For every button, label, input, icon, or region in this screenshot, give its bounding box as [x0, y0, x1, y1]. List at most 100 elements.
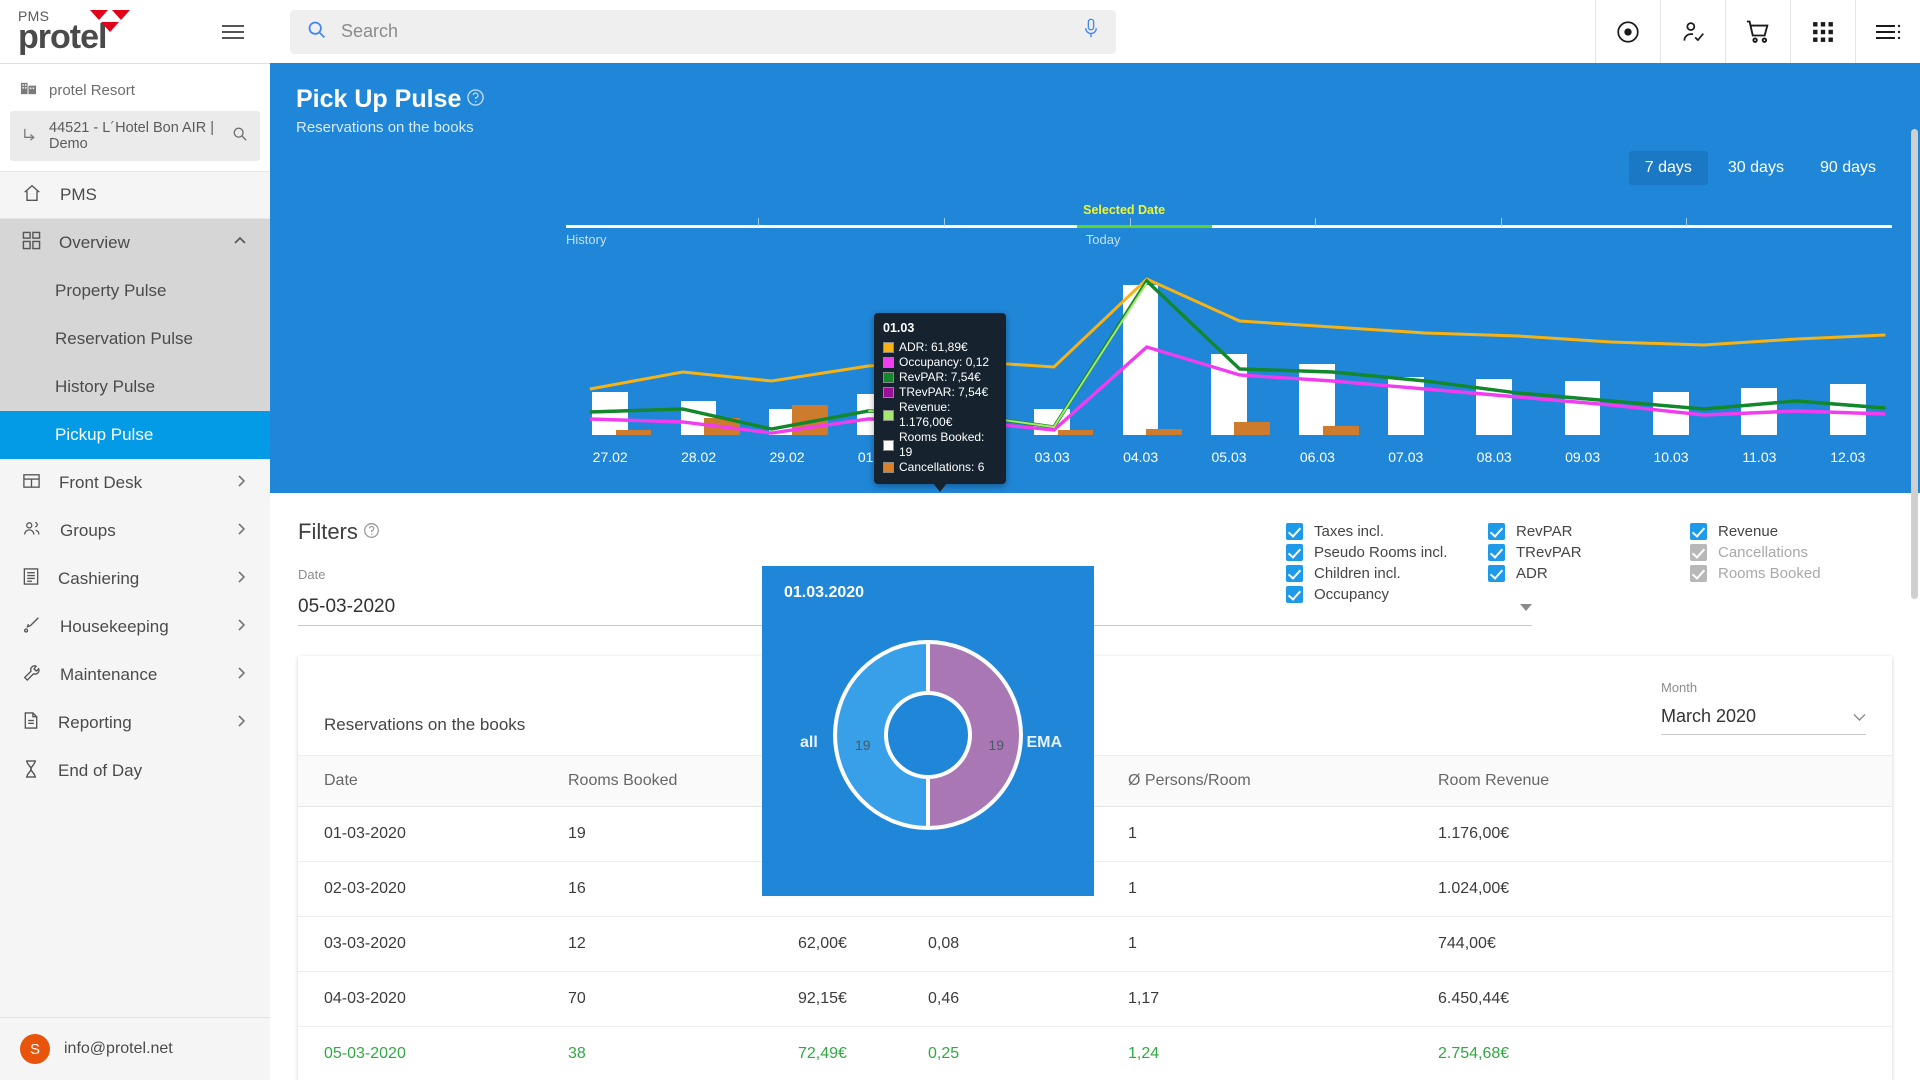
checkbox-label: Pseudo Rooms incl. — [1314, 544, 1447, 561]
sidebar-item-reservation-pulse[interactable]: Reservation Pulse — [0, 315, 270, 363]
apps-grid-icon[interactable] — [1790, 0, 1855, 63]
chevron-right-icon[interactable] — [234, 713, 248, 733]
checkbox-pseudo-rooms-incl[interactable]: Pseudo Rooms incl. — [1286, 544, 1488, 561]
wrench-icon — [22, 663, 42, 688]
checkbox-box[interactable] — [1690, 523, 1707, 540]
checkbox-box[interactable] — [1488, 523, 1505, 540]
desk-icon — [22, 471, 41, 495]
checkbox-label: TRevPAR — [1516, 544, 1582, 561]
list-menu-icon[interactable] — [1855, 0, 1920, 63]
property-selector[interactable]: 44521 - L´Hotel Bon AIR | Demo — [10, 111, 260, 161]
chevron-right-icon[interactable] — [234, 665, 248, 685]
table-header-cell[interactable]: Date — [298, 756, 568, 807]
timeline-selected-label: Selected Date — [1083, 203, 1165, 217]
user-check-icon[interactable] — [1660, 0, 1725, 63]
checkbox-label: Taxes incl. — [1314, 523, 1384, 540]
vertical-scrollbar[interactable] — [1911, 129, 1918, 629]
sidebar-item-overview[interactable]: Overview — [0, 219, 270, 267]
sidebar-item-reporting[interactable]: Reporting — [0, 699, 270, 747]
cart-icon[interactable] — [1725, 0, 1790, 63]
chevron-right-icon[interactable] — [234, 617, 248, 637]
chevron-right-icon[interactable] — [234, 569, 248, 589]
sidebar-item-label: Cashiering — [58, 569, 139, 589]
checkbox-occupancy[interactable]: Occupancy — [1286, 586, 1488, 603]
checkbox-label: Children incl. — [1314, 565, 1401, 582]
checkbox-revenue[interactable]: Revenue — [1690, 523, 1892, 540]
checkbox-box[interactable] — [1488, 565, 1505, 582]
sidebar-nav: PMS Overview Property Pulse — [0, 171, 270, 1017]
tab-90-days[interactable]: 90 days — [1804, 151, 1892, 185]
tab-30-days[interactable]: 30 days — [1712, 151, 1800, 185]
checkbox-trevpar[interactable]: TRevPAR — [1488, 544, 1690, 561]
reservations-table-card: Reservations on the books Month March 20… — [298, 656, 1892, 1080]
checkbox-children-incl[interactable]: Children incl. — [1286, 565, 1488, 582]
chevron-right-icon[interactable] — [234, 473, 248, 493]
sidebar-item-label: Pickup Pulse — [55, 425, 153, 445]
scrollbar-thumb[interactable] — [1911, 129, 1918, 599]
selected-property-label: 44521 - L´Hotel Bon AIR | Demo — [49, 120, 220, 152]
table-header-cell[interactable]: Room Revenue — [1438, 756, 1892, 807]
sidebar-item-maintenance[interactable]: Maintenance — [0, 651, 270, 699]
table-cell: 1 — [1128, 862, 1438, 917]
chevron-up-icon[interactable] — [232, 233, 248, 254]
donut-slice-ema — [928, 642, 1021, 828]
checkbox-revpar[interactable]: RevPAR — [1488, 523, 1690, 540]
month-label: Month — [1661, 680, 1866, 695]
sidebar-toggle-button[interactable] — [214, 17, 252, 47]
table-cell: 05-03-2020 — [298, 1027, 568, 1080]
checkbox-cancellations: Cancellations — [1690, 544, 1892, 561]
table-cell: 0,25 — [928, 1027, 1128, 1080]
checkbox-adr[interactable]: ADR — [1488, 565, 1690, 582]
pickup-pulse-panel: Pick Up Pulse Reservations on the books … — [270, 63, 1920, 493]
chart-x-label: 03.03 — [1035, 449, 1070, 465]
checkbox-box[interactable] — [1286, 565, 1303, 582]
sidebar-item-housekeeping[interactable]: Housekeeping — [0, 603, 270, 651]
tooltip-row-text: RevPAR: 7,54€ — [899, 370, 981, 385]
sidebar-item-end-of-day[interactable]: End of Day — [0, 747, 270, 795]
magnifier-icon[interactable] — [232, 126, 248, 146]
month-selector[interactable]: Month March 2020 — [1661, 680, 1866, 735]
tooltip-row: TRevPAR: 7,54€ — [883, 385, 997, 400]
table-header-cell[interactable]: Ø Persons/Room — [1128, 756, 1438, 807]
table-row[interactable]: 02-03-20201664,00€0,111.024,00€ — [298, 862, 1892, 917]
brush-icon — [22, 615, 42, 640]
page-title-text: Pick Up Pulse — [296, 85, 461, 114]
checkbox-box — [1690, 565, 1707, 582]
home-icon — [22, 183, 42, 208]
help-circle-icon[interactable] — [363, 519, 380, 545]
checkbox-box[interactable] — [1286, 523, 1303, 540]
chevron-right-icon[interactable] — [234, 521, 248, 541]
checkbox-box[interactable] — [1488, 544, 1505, 561]
sidebar-item-property-pulse[interactable]: Property Pulse — [0, 267, 270, 315]
user-account-bar[interactable]: S info@protel.net — [0, 1017, 270, 1080]
microphone-icon[interactable] — [1082, 17, 1100, 46]
sidebar-item-pms[interactable]: PMS — [0, 171, 270, 219]
table-row[interactable]: 04-03-20207092,15€0,461,176.450,44€ — [298, 972, 1892, 1027]
checkbox-label: ADR — [1516, 565, 1548, 582]
tooltip-row: Rooms Booked: 19 — [883, 430, 997, 460]
sidebar-item-pickup-pulse[interactable]: Pickup Pulse — [0, 411, 270, 459]
target-icon[interactable] — [1595, 0, 1660, 63]
chevron-down-icon[interactable] — [1853, 706, 1866, 727]
search-input[interactable]: Search — [290, 10, 1116, 54]
help-circle-icon[interactable] — [466, 85, 485, 114]
checkbox-taxes-incl[interactable]: Taxes incl. — [1286, 523, 1488, 540]
sidebar-item-groups[interactable]: Groups — [0, 507, 270, 555]
tooltip-row: RevPAR: 7,54€ — [883, 370, 997, 385]
tooltip-row-text: Cancellations: 6 — [899, 460, 984, 475]
pickup-chart[interactable]: 27.0228.0229.0201.0302.0303.0304.0305.03… — [566, 259, 1892, 469]
chart-x-label: 27.02 — [593, 449, 628, 465]
sidebar-item-history-pulse[interactable]: History Pulse — [0, 363, 270, 411]
table-row[interactable]: 03-03-20201262,00€0,081744,00€ — [298, 917, 1892, 972]
table-row[interactable]: 05-03-20203872,49€0,251,242.754,68€ — [298, 1027, 1892, 1080]
table-head: DateRooms BookedØ RateOccupancyØ Persons… — [298, 756, 1892, 807]
sidebar-item-label: Housekeeping — [60, 617, 169, 637]
tab-7-days[interactable]: 7 days — [1629, 151, 1708, 185]
sidebar-item-cashiering[interactable]: Cashiering — [0, 555, 270, 603]
month-value-row[interactable]: March 2020 — [1661, 701, 1866, 735]
sidebar-item-front-desk[interactable]: Front Desk — [0, 459, 270, 507]
checkbox-box[interactable] — [1286, 586, 1303, 603]
checkbox-box[interactable] — [1286, 544, 1303, 561]
table-row[interactable]: 01-03-20201961,89€0,1211.176,00€ — [298, 807, 1892, 862]
receipt-icon — [22, 567, 40, 591]
